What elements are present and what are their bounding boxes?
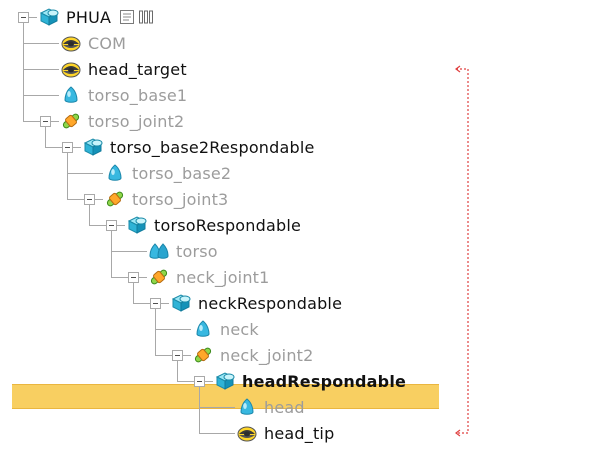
scene-hierarchy-tree: PHUA COM head_target torso_base1 torso_j… — [0, 0, 592, 461]
dummy-link-indicator — [455, 65, 469, 437]
link-line — [456, 68, 469, 434]
